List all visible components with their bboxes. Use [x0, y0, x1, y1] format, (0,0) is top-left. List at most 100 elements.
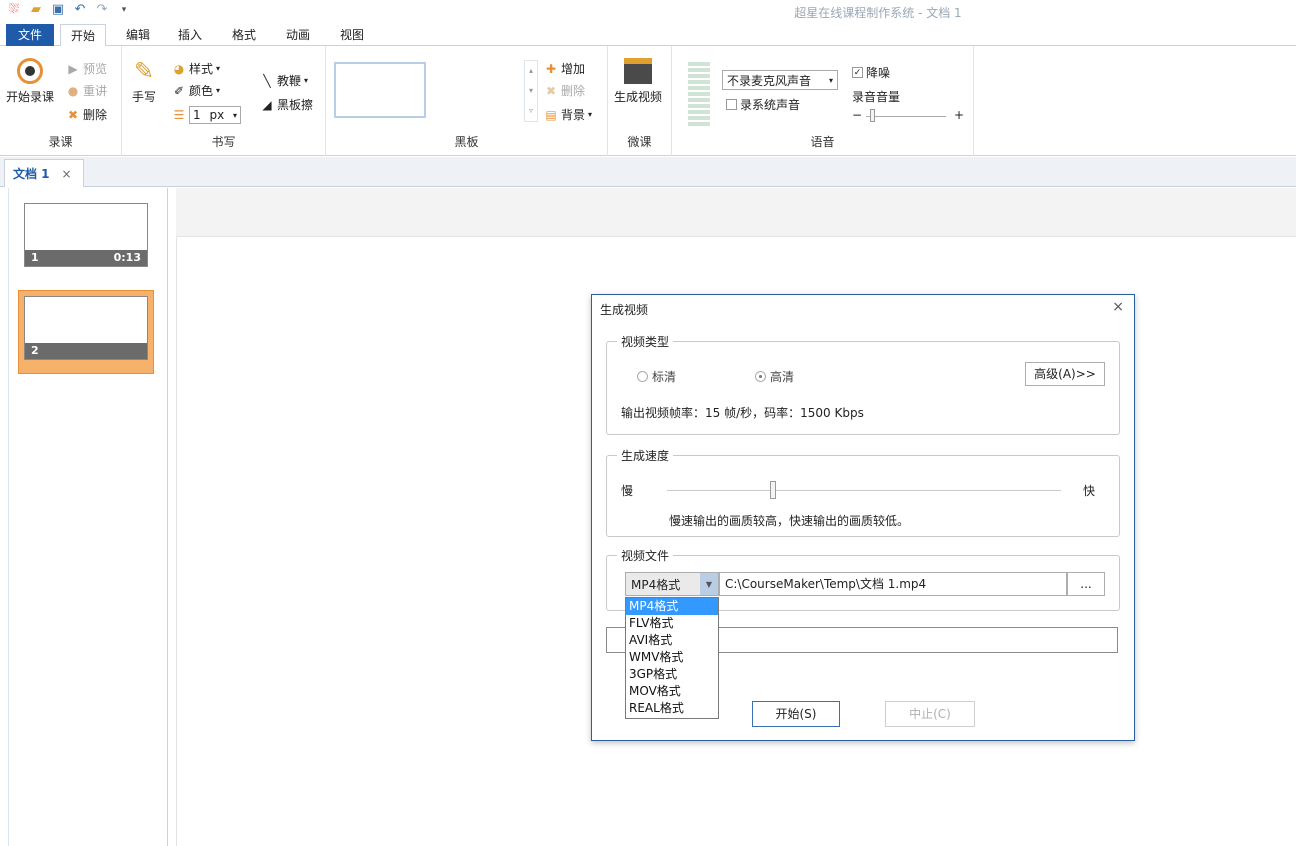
pen-icon: ✎	[133, 57, 155, 85]
format-option-wmv[interactable]: WMV格式	[626, 649, 718, 666]
video-output-info: 输出视频帧率：15 帧/秒，码率：1500 Kbps	[621, 406, 864, 420]
tab-format[interactable]: 格式	[222, 24, 266, 46]
generate-video-button[interactable]: 生成视频	[614, 58, 662, 105]
color-pen-icon: ✐	[173, 83, 185, 98]
advanced-button[interactable]: 高级(A)>>	[1025, 362, 1105, 386]
group-label-micro: 微课	[627, 135, 652, 149]
color-dropdown[interactable]: ✐ 颜色 ▾	[172, 82, 220, 99]
board-background-dropdown[interactable]: ▤ 背景 ▾	[544, 106, 592, 123]
tab-home[interactable]: 开始	[60, 24, 107, 47]
record-delete-button[interactable]: ✖ 删除	[66, 106, 107, 123]
background-icon: ▤	[545, 107, 557, 122]
radio-hd[interactable]: 高清	[755, 368, 794, 385]
menu-file[interactable]: 文件	[6, 24, 54, 46]
delete-x-icon: ✖	[545, 83, 557, 98]
format-option-mp4[interactable]: MP4格式	[626, 598, 718, 615]
slide-thumbnail-1[interactable]: 1 0:13	[24, 203, 148, 267]
radio-sd[interactable]: 标清	[637, 368, 676, 385]
file-path-input[interactable]: C:\CourseMaker\Temp\文档 1.mp4	[719, 572, 1067, 596]
video-type-group: 视频类型 标清 高清 高级(A)>> 输出视频帧率：15 帧/秒，码率：1500…	[606, 333, 1120, 435]
style-icon: ◕	[173, 61, 185, 76]
handwrite-button[interactable]: ✎ 手写	[132, 58, 156, 105]
stop-button[interactable]: 中止(C)	[885, 701, 975, 727]
start-record-button[interactable]: 开始录课	[6, 58, 54, 105]
clapperboard-icon	[624, 58, 652, 84]
ribbon: 开始录课 ▶ 预览 ● 重讲 ✖ 删除 录课 ✎ 手写 ◕ 样式 ▾ ✐ 颜色 …	[0, 46, 1296, 156]
speed-slider-thumb[interactable]	[770, 481, 777, 499]
close-icon[interactable]: ×	[1112, 299, 1124, 315]
speed-group: 生成速度 慢 快 慢速输出的画质较高，快速输出的画质较低。	[606, 447, 1120, 537]
board-delete-button[interactable]: ✖ 删除	[544, 82, 585, 99]
video-type-legend: 视频类型	[617, 333, 674, 350]
record-icon	[17, 58, 43, 84]
speed-legend: 生成速度	[617, 447, 674, 464]
plus-icon: ✚	[545, 61, 557, 76]
speed-fast-label: 快	[1083, 484, 1096, 498]
group-audio: 不录麦克风声音 ▾ 录系统声音 ✓ 降噪 录音音量 − + 语音	[672, 46, 974, 156]
format-select[interactable]: MP4格式 ▼	[625, 572, 719, 596]
rerecord-button[interactable]: ● 重讲	[66, 82, 107, 99]
format-dropdown-list: MP4格式 FLV格式 AVI格式 WMV格式 3GP格式 MOV格式 REAL…	[625, 597, 719, 719]
audio-level-meter	[688, 62, 710, 126]
menu-bar: 文件 开始 编辑 插入 格式 动画 视图	[0, 24, 1296, 47]
group-label-board: 黑板	[454, 135, 479, 149]
eraser-button[interactable]: ◢ 黑板擦	[260, 96, 313, 113]
board-add-button[interactable]: ✚ 增加	[544, 60, 585, 77]
browse-button[interactable]: ...	[1067, 572, 1105, 596]
speed-slider-track[interactable]	[667, 490, 1061, 491]
line-width-select[interactable]: ☰ 1 px ▾	[172, 106, 241, 124]
format-option-avi[interactable]: AVI格式	[626, 632, 718, 649]
format-option-3gp[interactable]: 3GP格式	[626, 666, 718, 683]
radio-selected-icon	[755, 371, 766, 382]
style-dropdown[interactable]: ◕ 样式 ▾	[172, 60, 220, 77]
format-option-mov[interactable]: MOV格式	[626, 683, 718, 700]
radio-unselected-icon	[637, 371, 648, 382]
speed-hint: 慢速输出的画质较高，快速输出的画质较低。	[669, 514, 910, 528]
tab-edit[interactable]: 编辑	[116, 24, 160, 46]
group-label-audio: 语音	[810, 135, 835, 149]
pointer-dropdown[interactable]: ╲ 教鞭 ▾	[260, 72, 308, 89]
checkbox-checked-icon: ✓	[852, 67, 863, 78]
slide-panel: 1 0:13 2	[0, 188, 168, 846]
document-tab-bar: 文档 1 ×	[0, 157, 1296, 187]
mic-option-select[interactable]: 不录麦克风声音 ▾	[722, 70, 838, 90]
tab-insert[interactable]: 插入	[168, 24, 212, 46]
video-file-legend: 视频文件	[617, 547, 674, 564]
group-label-write: 书写	[211, 135, 236, 149]
volume-slider[interactable]: − +	[852, 108, 964, 124]
title-bar: ⛆ ▰ ▣ ↶ ↷ ▾ 超星在线课程制作系统 - 文档 1	[0, 0, 1296, 22]
window-title: 超星在线课程制作系统 - 文档 1	[794, 6, 962, 20]
format-option-flv[interactable]: FLV格式	[626, 615, 718, 632]
group-record: 开始录课 ▶ 预览 ● 重讲 ✖ 删除 录课	[0, 46, 122, 156]
volume-label: 录音音量	[852, 90, 901, 104]
tab-animation[interactable]: 动画	[276, 24, 320, 46]
play-icon: ▶	[68, 61, 78, 76]
board-gallery-scroll[interactable]: ▴ ▾ ▿	[524, 60, 538, 122]
close-tab-icon[interactable]: ×	[62, 167, 72, 181]
slide-duration: 0:13	[113, 251, 141, 264]
group-board: ▴ ▾ ▿ ✚ 增加 ✖ 删除 ▤ 背景 ▾ 黑板	[326, 46, 608, 156]
group-label-record: 录课	[48, 135, 73, 149]
speed-slow-label: 慢	[621, 484, 634, 498]
group-micro: 生成视频 微课	[608, 46, 672, 156]
slide-thumbnail-2[interactable]: 2	[24, 296, 148, 360]
system-sound-checkbox[interactable]: 录系统声音	[726, 96, 800, 113]
chevron-down-icon: ▼	[700, 573, 718, 595]
volume-slider-thumb[interactable]	[870, 109, 875, 122]
circle-icon: ●	[67, 83, 79, 98]
start-button[interactable]: 开始(S)	[752, 701, 840, 727]
board-preview[interactable]	[334, 62, 426, 118]
eraser-icon: ◢	[262, 97, 272, 112]
pointer-stick-icon: ╲	[263, 73, 271, 88]
document-tab[interactable]: 文档 1 ×	[4, 159, 84, 187]
document-tab-label: 文档 1	[13, 167, 50, 181]
delete-x-icon: ✖	[67, 107, 79, 122]
slide-number: 2	[31, 344, 39, 357]
noise-reduce-checkbox[interactable]: ✓ 降噪	[852, 64, 890, 81]
tab-view[interactable]: 视图	[330, 24, 374, 46]
preview-button[interactable]: ▶ 预览	[66, 60, 107, 77]
slide-number: 1	[31, 251, 39, 264]
format-option-real[interactable]: REAL格式	[626, 700, 718, 717]
dialog-title: 生成视频	[600, 303, 649, 317]
group-write: ✎ 手写 ◕ 样式 ▾ ✐ 颜色 ▾ ☰ 1 px ▾ ╲ 教鞭 ▾ ◢ 黑板擦…	[122, 46, 326, 156]
